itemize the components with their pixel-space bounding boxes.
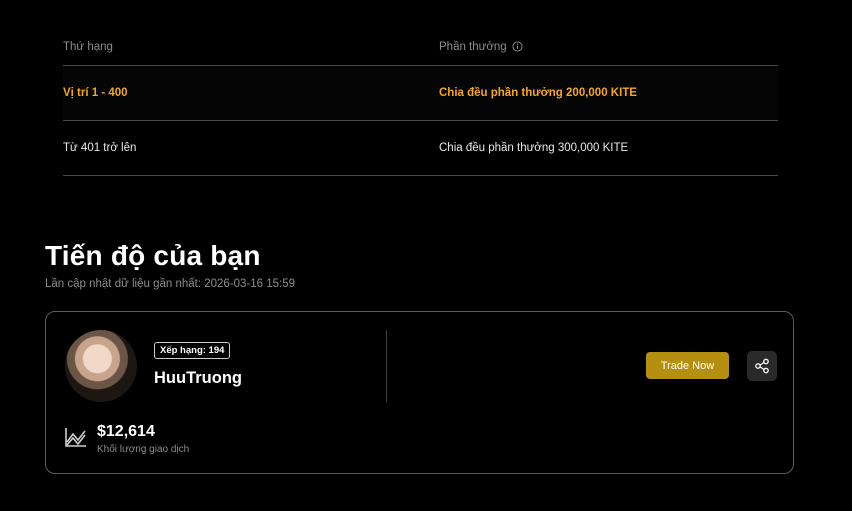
- reward-column-header: Phần thưởng: [439, 41, 778, 53]
- chart-icon: [65, 428, 86, 447]
- rank-badge: Xếp hạng: 194: [154, 342, 231, 359]
- rank-cell: Từ 401 trở lên: [63, 142, 137, 154]
- reward-cell: Chia đều phần thưởng 300,000 KITE: [439, 142, 629, 154]
- reward-column-label: Phần thưởng: [439, 40, 507, 53]
- progress-card: Xếp hạng: 194 HuuTruong Trade Now $12,61…: [45, 311, 794, 474]
- username: HuuTruong: [154, 369, 242, 387]
- section-title: Tiến độ của bạn: [45, 240, 261, 271]
- reward-cell: Chia đều phần thưởng 200,000 KITE: [439, 87, 637, 99]
- trade-now-button[interactable]: Trade Now: [646, 352, 729, 379]
- rank-column-header: Thứ hạng: [63, 40, 113, 53]
- share-button[interactable]: [747, 351, 777, 381]
- rank-cell: Vị trí 1 - 400: [63, 87, 128, 99]
- table-row: Vị trí 1 - 400 Chia đều phần thưởng 200,…: [63, 66, 778, 121]
- trading-volume: $12,614: [97, 423, 155, 440]
- avatar: [65, 330, 137, 402]
- rewards-table-header: Thứ hạng Phần thưởng: [63, 28, 778, 66]
- info-icon[interactable]: [512, 41, 523, 52]
- rewards-table: Thứ hạng Phần thưởng Vị trí 1 - 400 Chia…: [63, 28, 778, 176]
- table-row: Từ 401 trở lên Chia đều phần thưởng 300,…: [63, 121, 778, 176]
- last-updated-text: Lần cập nhật dữ liệu gần nhất: 2026-03-1…: [45, 278, 296, 290]
- trading-volume-label: Khối lượng giao dịch: [97, 444, 190, 455]
- vertical-divider: [386, 330, 387, 402]
- share-icon: [755, 358, 769, 374]
